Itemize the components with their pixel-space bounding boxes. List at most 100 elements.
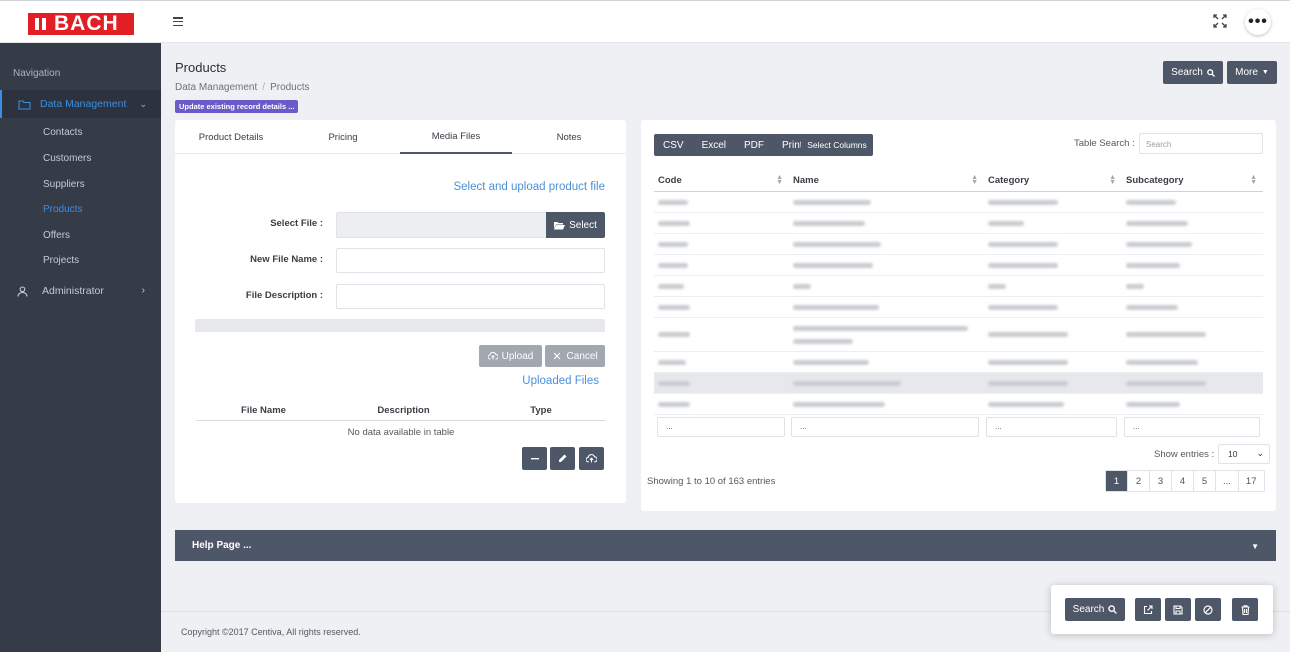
tab-notes[interactable]: Notes	[513, 120, 625, 154]
logo-mark-icon	[28, 13, 54, 35]
sidebar-item-products[interactable]: Products	[43, 204, 82, 215]
page-button[interactable]: 3	[1150, 471, 1172, 491]
uploaded-files-heading: Uploaded Files	[522, 375, 599, 387]
column-header[interactable]: Type	[476, 405, 606, 416]
table-row[interactable]	[654, 351, 1263, 373]
header-search-button[interactable]: Search	[1163, 61, 1223, 84]
save-button[interactable]	[1165, 598, 1191, 621]
ban-icon	[1203, 604, 1213, 615]
sidebar-item-contacts[interactable]: Contacts	[43, 127, 82, 138]
remove-file-button[interactable]	[522, 447, 547, 470]
table-row[interactable]	[654, 233, 1263, 255]
copyright-text: Copyright ©2017 Centiva, All rights rese…	[181, 627, 361, 637]
sidebar-item-suppliers[interactable]: Suppliers	[43, 179, 85, 190]
filter-code-input[interactable]: ...	[657, 417, 785, 437]
products-table: Code ▲ ▼ Name ▲ ▼ Category ▲ ▼ Subcategory ▲ ▼	[654, 170, 1263, 415]
page-button[interactable]: 2	[1128, 471, 1150, 491]
file-description-label: File Description :	[245, 290, 323, 301]
excel-button[interactable]: Excel	[693, 134, 735, 156]
disable-button[interactable]	[1195, 598, 1221, 621]
select-file-button[interactable]: Select	[546, 212, 605, 238]
page-button[interactable]: 4	[1172, 471, 1194, 491]
new-file-name-label: New File Name :	[250, 254, 323, 265]
new-file-name-input[interactable]	[336, 248, 605, 273]
table-row[interactable]	[654, 191, 1263, 213]
close-icon: ✕	[552, 350, 562, 363]
filter-category-input[interactable]: ...	[986, 417, 1117, 437]
pdf-button[interactable]: PDF	[735, 134, 773, 156]
show-entries-select[interactable]: 10 ⌄	[1218, 444, 1270, 464]
help-page-label: Help Page ...	[192, 540, 252, 551]
folder-open-icon	[554, 221, 566, 230]
caret-down-icon: ▼	[1261, 69, 1269, 76]
page-title: Products	[175, 60, 227, 75]
minus-icon	[530, 457, 539, 460]
more-options-icon[interactable]: •••	[1245, 9, 1271, 35]
sidebar-item-customers[interactable]: Customers	[43, 153, 91, 164]
open-external-button[interactable]	[1135, 598, 1161, 621]
float-search-button[interactable]: Search	[1065, 598, 1125, 621]
column-header[interactable]: File Name	[196, 405, 331, 416]
upload-button[interactable]: Upload	[479, 345, 542, 367]
caret-down-icon: ▼	[1251, 542, 1259, 551]
button-label: Search	[1072, 604, 1105, 615]
folder-icon	[18, 99, 31, 110]
page-button[interactable]: 5	[1194, 471, 1216, 491]
fullscreen-icon[interactable]	[1213, 14, 1227, 28]
tab-pricing[interactable]: Pricing	[287, 120, 399, 154]
more-dropdown-button[interactable]: More ▼	[1227, 61, 1277, 84]
table-row[interactable]	[654, 372, 1263, 394]
trash-icon	[1241, 604, 1250, 615]
table-row[interactable]	[654, 317, 1263, 352]
sort-icon: ▲ ▼	[1250, 174, 1257, 186]
sidebar-item-offers[interactable]: Offers	[43, 230, 70, 241]
csv-button[interactable]: CSV	[654, 134, 693, 156]
external-link-icon	[1143, 604, 1153, 615]
page-button[interactable]: 17	[1239, 471, 1264, 491]
table-row[interactable]	[654, 275, 1263, 297]
column-header-subcategory[interactable]: Subcategory ▲ ▼	[1122, 170, 1263, 192]
tab-bar: Product Details Pricing Media Files Note…	[175, 120, 626, 154]
select-file-label: Select File :	[270, 218, 323, 229]
bach-logo[interactable]: BACH	[28, 13, 134, 35]
menu-toggle-icon[interactable]	[173, 17, 183, 27]
filter-subcategory-input[interactable]: ...	[1124, 417, 1260, 437]
edit-file-button[interactable]	[550, 447, 575, 470]
pagination: 1 2 3 4 5 ... 17	[1105, 470, 1265, 492]
delete-button[interactable]	[1232, 598, 1258, 621]
select-columns-button[interactable]: Select Columns	[801, 134, 873, 156]
help-page-panel[interactable]: Help Page ... ▼	[175, 530, 1276, 561]
table-search-label: Table Search :	[1074, 138, 1135, 149]
tab-media-files[interactable]: Media Files	[400, 120, 512, 154]
table-row[interactable]	[654, 254, 1263, 276]
top-bar: BACH •••	[0, 0, 1290, 43]
filter-name-input[interactable]: ...	[791, 417, 979, 437]
breadcrumb: Data Management / Products	[175, 82, 310, 93]
table-row[interactable]	[654, 296, 1263, 318]
column-header-category[interactable]: Category ▲ ▼	[984, 170, 1122, 192]
page-button[interactable]: 1	[1106, 471, 1128, 491]
file-description-input[interactable]	[336, 284, 605, 309]
sidebar-item-data-management[interactable]: Data Management ⌄	[0, 90, 161, 118]
cancel-button[interactable]: ✕ Cancel	[545, 345, 605, 367]
sidebar-item-projects[interactable]: Projects	[43, 255, 79, 266]
show-entries-label: Show entries :	[1154, 449, 1215, 460]
table-row[interactable]	[654, 393, 1263, 415]
cloud-upload-icon	[487, 352, 498, 360]
save-icon	[1173, 604, 1183, 615]
export-button-group: CSV Excel PDF Print	[654, 134, 812, 156]
sort-icon: ▲ ▼	[1109, 174, 1116, 186]
sidebar: Navigation Data Management ⌄ Contacts Cu…	[0, 43, 161, 652]
upload-file-button[interactable]	[579, 447, 604, 470]
logo-text: BACH	[54, 12, 119, 35]
breadcrumb-item[interactable]: Data Management	[175, 82, 257, 93]
column-header-code[interactable]: Code ▲ ▼	[654, 170, 789, 192]
upload-heading: Select and upload product file	[453, 181, 605, 193]
column-header-name[interactable]: Name ▲ ▼	[789, 170, 984, 192]
table-row[interactable]	[654, 212, 1263, 234]
table-search-input[interactable]: Search	[1139, 133, 1263, 154]
sidebar-item-administrator[interactable]: Administrator ›	[0, 280, 161, 302]
chevron-down-icon: ⌄	[139, 99, 147, 109]
column-header[interactable]: Description	[331, 405, 476, 416]
tab-product-details[interactable]: Product Details	[175, 120, 287, 154]
